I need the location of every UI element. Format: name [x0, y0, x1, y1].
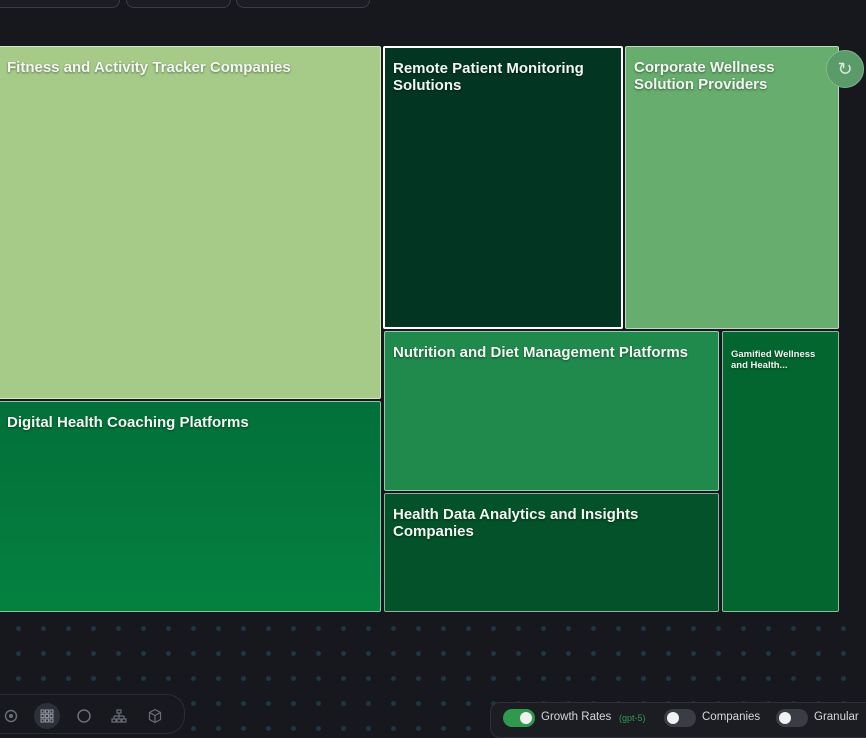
top-tab-3[interactable]: [236, 0, 370, 8]
tile-label: Nutrition and Diet Management Platforms: [393, 344, 689, 361]
granular-toggle[interactable]: [776, 709, 808, 727]
refresh-button[interactable]: ↻: [826, 50, 864, 88]
hierarchy-icon[interactable]: [106, 703, 132, 729]
tile-label: Corporate Wellness Solution Providers: [634, 59, 775, 93]
treemap-tile[interactable]: Health Data Analytics and Insights Compa…: [384, 493, 719, 612]
refresh-icon: ↻: [837, 58, 853, 79]
cube-icon[interactable]: [142, 703, 168, 729]
tile-label: Fitness and Activity Tracker Companies: [7, 59, 291, 76]
model-tag: (gpt-5): [619, 713, 646, 723]
granular-label: Granular: [814, 711, 859, 723]
tile-label: Remote Patient Monitoring Solutions: [393, 60, 584, 94]
top-tab-1[interactable]: [0, 0, 120, 8]
treemap-tile[interactable]: Digital Health Coaching Platforms: [0, 401, 381, 612]
growth-rates-label: Growth Rates: [541, 711, 612, 723]
growth-rates-toggle[interactable]: [503, 709, 535, 727]
companies-label: Companies: [702, 711, 761, 723]
tile-label: Digital Health Coaching Platforms: [7, 414, 249, 431]
tile-label: Health Data Analytics and Insights Compa…: [393, 506, 639, 540]
tile-label: Gamified Wellness and Health...: [731, 349, 816, 371]
treemap-tile[interactable]: Corporate Wellness Solution Providers: [625, 46, 839, 329]
radio-dot-icon[interactable]: [0, 703, 24, 729]
top-tab-2[interactable]: [126, 0, 231, 8]
companies-toggle[interactable]: [664, 709, 696, 727]
treemap-tile[interactable]: Fitness and Activity Tracker Companies: [0, 46, 381, 399]
treemap-tile[interactable]: Nutrition and Diet Management Platforms: [384, 331, 719, 491]
circle-icon[interactable]: [71, 703, 97, 729]
treemap-tile-selected[interactable]: Remote Patient Monitoring Solutions: [383, 46, 623, 329]
treemap-tile[interactable]: Gamified Wellness and Health...: [722, 331, 839, 612]
grid-icon[interactable]: [34, 703, 60, 729]
